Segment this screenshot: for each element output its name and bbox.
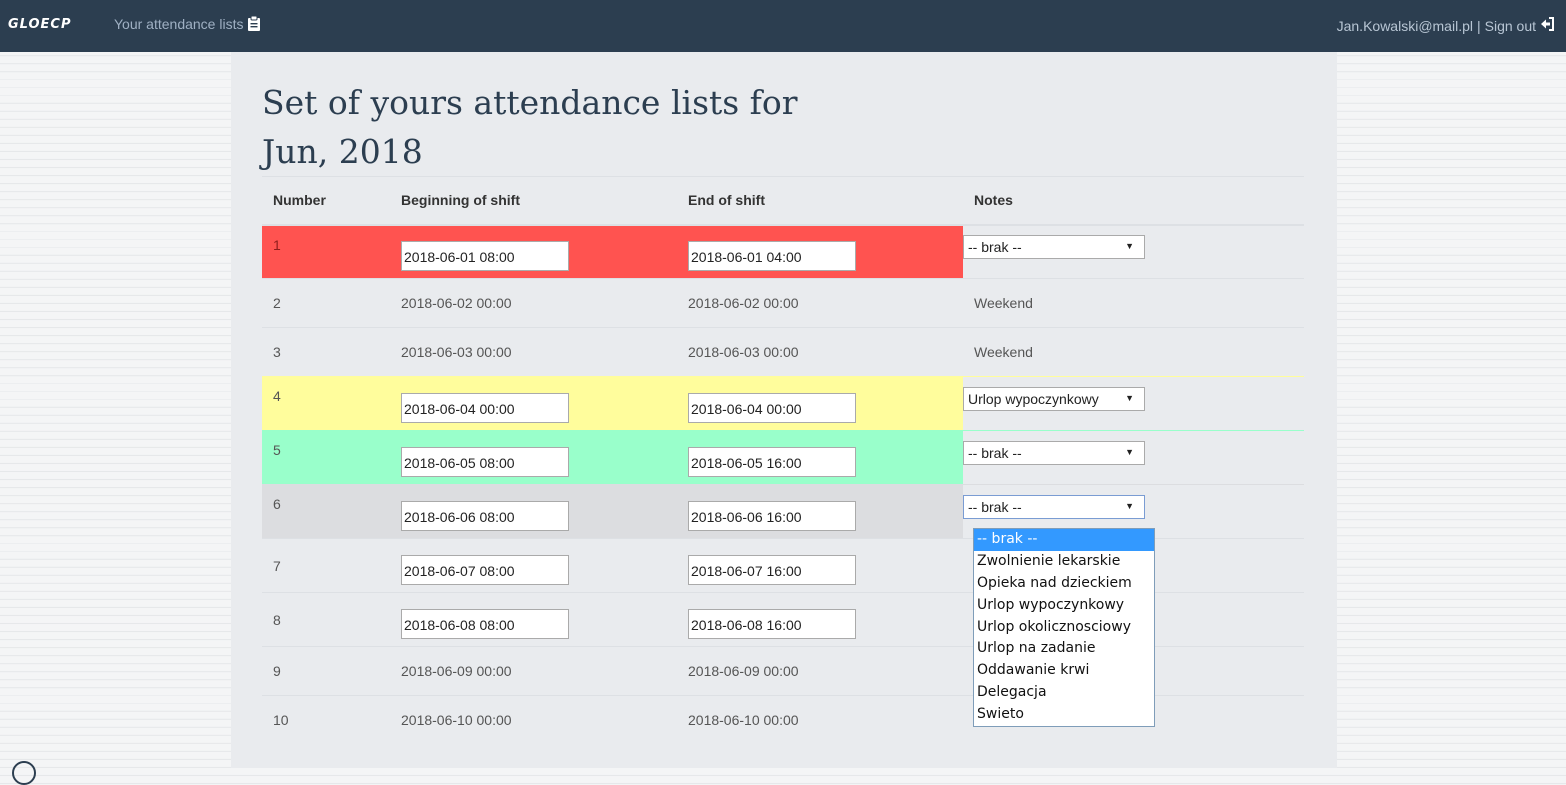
notes-select[interactable]: Urlop wypoczynkowy ▼ (963, 386, 1145, 411)
table-row: 1 2018-06-01 08:00 2018-06-01 04:00 -- brak… (262, 224, 1304, 279)
cell-notes: -- brak -- ▼ (963, 224, 1304, 279)
cell-notes: Urlop wypoczynkowy ▼ (963, 376, 1304, 431)
user-email[interactable]: Jan.Kowalski@mail.pl (1337, 18, 1473, 34)
cell-number: 8 (262, 592, 390, 647)
note-text: Weekend (974, 295, 1033, 311)
cell-end: 2018-06-03 00:00 (677, 327, 963, 377)
caret-down-icon: ▼ (1125, 446, 1134, 457)
cell-number: 7 (262, 538, 390, 593)
notes-select[interactable]: -- brak -- ▼ (963, 494, 1145, 519)
page-title-line2: Jun, 2018 (262, 132, 423, 171)
cell-end: 2018-06-09 00:00 (677, 646, 963, 696)
cell-number: 10 (262, 695, 390, 745)
cell-end: 2018-06-04 00:00 (677, 376, 963, 431)
end-datetime-input[interactable]: 2018-06-06 16:00 (688, 500, 856, 531)
beginning-datetime-input[interactable]: 2018-06-08 08:00 (401, 608, 569, 639)
cell-end: 2018-06-05 16:00 (677, 430, 963, 485)
beginning-datetime-input[interactable]: 2018-06-05 08:00 (401, 446, 569, 477)
sign-out-link[interactable]: Sign out (1485, 18, 1536, 34)
table-row: 2 2018-06-02 00:00 2018-06-02 00:00 Weekend (262, 278, 1304, 328)
cell-beginning: 2018-06-08 08:00 (390, 592, 677, 647)
notes-select-value: -- brak -- (968, 498, 1022, 515)
chat-widget-icon[interactable] (12, 761, 36, 785)
cell-beginning: 2018-06-01 08:00 (390, 224, 677, 279)
caret-down-icon: ▼ (1125, 392, 1134, 403)
beginning-datetime-input[interactable]: 2018-06-01 08:00 (401, 240, 569, 271)
table-row: 5 2018-06-05 08:00 2018-06-05 16:00 -- brak… (262, 430, 1304, 485)
page-title-line1: Set of yours attendance lists for (262, 83, 798, 122)
notes-select-value: -- brak -- (968, 444, 1022, 461)
cell-end: 2018-06-10 00:00 (677, 695, 963, 745)
cell-end: 2018-06-02 00:00 (677, 278, 963, 328)
cell-notes: -- brak -- ▼ (963, 430, 1304, 485)
header-notes[interactable]: Notes (963, 176, 1304, 226)
header-number[interactable]: Number (262, 176, 390, 226)
cell-number: 3 (262, 327, 390, 377)
navbar: GLOECP Your attendance lists Jan.Kowalsk… (0, 0, 1566, 52)
cell-end: 2018-06-01 04:00 (677, 224, 963, 279)
cell-notes: Weekend (963, 327, 1304, 377)
cell-beginning: 2018-06-02 00:00 (390, 278, 677, 328)
dropdown-option[interactable]: Opieka nad dzieckiem (974, 573, 1154, 595)
user-area: Jan.Kowalski@mail.pl | Sign out (1337, 16, 1556, 35)
table-header-row: Number Beginning of shift End of shift N… (262, 176, 1304, 226)
sign-out-icon[interactable] (1540, 16, 1556, 35)
end-datetime-input[interactable]: 2018-06-07 16:00 (688, 554, 856, 585)
cell-beginning: 2018-06-04 00:00 (390, 376, 677, 431)
dropdown-option[interactable]: Delegacja (974, 682, 1154, 704)
cell-beginning: 2018-06-03 00:00 (390, 327, 677, 377)
cell-number: 4 (262, 376, 390, 431)
cell-number: 6 (262, 484, 390, 539)
notes-select-value: Urlop wypoczynkowy (968, 390, 1099, 407)
cell-notes: Weekend (963, 278, 1304, 328)
cell-number: 1 (262, 224, 390, 279)
beginning-datetime-input[interactable]: 2018-06-04 00:00 (401, 392, 569, 423)
dropdown-option[interactable]: Zwolnienie lekarskie (974, 551, 1154, 573)
attendance-lists-link[interactable]: Your attendance lists (114, 16, 261, 32)
cell-beginning: 2018-06-07 08:00 (390, 538, 677, 593)
cell-number: 2 (262, 278, 390, 328)
table-row: 4 2018-06-04 00:00 2018-06-04 00:00 Urlop w… (262, 376, 1304, 431)
cell-end: 2018-06-08 16:00 (677, 592, 963, 647)
caret-down-icon: ▼ (1125, 500, 1134, 511)
dropdown-option[interactable]: -- brak -- (974, 529, 1154, 551)
dropdown-option[interactable]: Urlop okolicznosciowy (974, 617, 1154, 639)
notes-select-value: -- brak -- (968, 238, 1022, 255)
cell-beginning: 2018-06-05 08:00 (390, 430, 677, 485)
attendance-lists-label: Your attendance lists (114, 16, 244, 32)
cell-end: 2018-06-06 16:00 (677, 484, 963, 539)
cell-number: 5 (262, 430, 390, 485)
note-text: Weekend (974, 344, 1033, 360)
cell-beginning: 2018-06-06 08:00 (390, 484, 677, 539)
notes-select[interactable]: -- brak -- ▼ (963, 234, 1145, 259)
brand-logo[interactable]: GLOECP (8, 17, 72, 32)
table-row: 3 2018-06-03 00:00 2018-06-03 00:00 Weekend (262, 327, 1304, 377)
beginning-datetime-input[interactable]: 2018-06-07 08:00 (401, 554, 569, 585)
beginning-datetime-input[interactable]: 2018-06-06 08:00 (401, 500, 569, 531)
cell-number: 9 (262, 646, 390, 696)
page-title: Set of yours attendance lists for Jun, 20… (262, 78, 862, 176)
notes-select[interactable]: -- brak -- ▼ (963, 440, 1145, 465)
dropdown-option[interactable]: Urlop na zadanie (974, 638, 1154, 660)
dropdown-option[interactable]: Oddawanie krwi (974, 660, 1154, 682)
header-end[interactable]: End of shift (677, 176, 963, 226)
nav-separator: | (1476, 17, 1481, 34)
cell-beginning: 2018-06-10 00:00 (390, 695, 677, 745)
end-datetime-input[interactable]: 2018-06-05 16:00 (688, 446, 856, 477)
notes-dropdown-list[interactable]: -- brak -- Zwolnienie lekarskie Opieka nad… (973, 528, 1155, 728)
end-datetime-input[interactable]: 2018-06-04 00:00 (688, 392, 856, 423)
header-beginning[interactable]: Beginning of shift (390, 176, 677, 226)
dropdown-option[interactable]: Swieto (974, 704, 1154, 726)
end-datetime-input[interactable]: 2018-06-08 16:00 (688, 608, 856, 639)
dropdown-option[interactable]: Urlop wypoczynkowy (974, 595, 1154, 617)
cell-beginning: 2018-06-09 00:00 (390, 646, 677, 696)
end-datetime-input[interactable]: 2018-06-01 04:00 (688, 240, 856, 271)
clipboard-icon (247, 16, 261, 32)
main-container: Set of yours attendance lists for Jun, 20… (231, 52, 1337, 768)
cell-end: 2018-06-07 16:00 (677, 538, 963, 593)
caret-down-icon: ▼ (1125, 240, 1134, 251)
